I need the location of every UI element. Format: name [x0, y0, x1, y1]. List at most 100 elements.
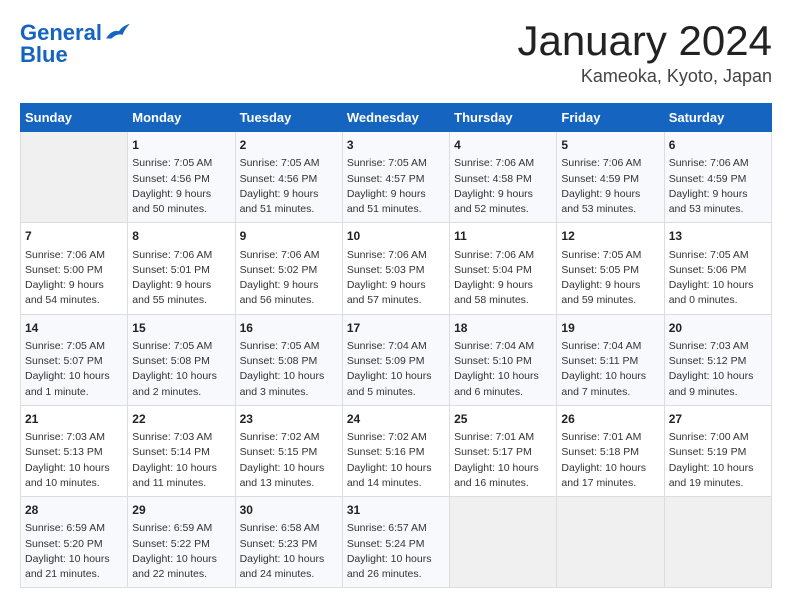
calendar-cell: 3 Sunrise: 7:05 AM Sunset: 4:57 PM Daylig… [342, 132, 449, 223]
day-info: Sunrise: 7:06 AM Sunset: 5:01 PM Dayligh… [132, 248, 230, 309]
day-info: Sunrise: 7:03 AM Sunset: 5:14 PM Dayligh… [132, 430, 230, 491]
day-info: Sunrise: 7:06 AM Sunset: 5:00 PM Dayligh… [25, 248, 123, 309]
day-info: Sunrise: 7:01 AM Sunset: 5:18 PM Dayligh… [561, 430, 659, 491]
calendar-cell [664, 497, 771, 588]
day-info: Sunrise: 6:57 AM Sunset: 5:24 PM Dayligh… [347, 521, 445, 582]
calendar-cell: 18 Sunrise: 7:04 AM Sunset: 5:10 PM Dayli… [450, 314, 557, 405]
calendar-cell: 10 Sunrise: 7:06 AM Sunset: 5:03 PM Dayli… [342, 223, 449, 314]
day-number: 27 [669, 411, 767, 428]
calendar-cell: 16 Sunrise: 7:05 AM Sunset: 5:08 PM Dayli… [235, 314, 342, 405]
day-info: Sunrise: 7:06 AM Sunset: 5:02 PM Dayligh… [240, 248, 338, 309]
calendar-cell: 28 Sunrise: 6:59 AM Sunset: 5:20 PM Dayli… [21, 497, 128, 588]
calendar-cell: 6 Sunrise: 7:06 AM Sunset: 4:59 PM Daylig… [664, 132, 771, 223]
day-number: 3 [347, 137, 445, 154]
calendar-cell: 29Sunrise: 6:59 AM Sunset: 5:22 PM Dayli… [128, 497, 235, 588]
day-number: 7 [25, 228, 123, 245]
weekday-header: Wednesday [342, 104, 449, 132]
page-header: General Blue January 2024 Kameoka, Kyoto… [20, 20, 772, 87]
calendar-cell: 21 Sunrise: 7:03 AM Sunset: 5:13 PM Dayli… [21, 405, 128, 496]
day-info: Sunrise: 7:05 AM Sunset: 4:57 PM Dayligh… [347, 156, 445, 217]
calendar-cell: 30Sunrise: 6:58 AM Sunset: 5:23 PM Dayli… [235, 497, 342, 588]
calendar-cell: 25Sunrise: 7:01 AM Sunset: 5:17 PM Dayli… [450, 405, 557, 496]
day-number: 26 [561, 411, 659, 428]
day-info: Sunrise: 7:04 AM Sunset: 5:09 PM Dayligh… [347, 339, 445, 400]
day-number: 18 [454, 320, 552, 337]
day-info: Sunrise: 7:02 AM Sunset: 5:15 PM Dayligh… [240, 430, 338, 491]
day-number: 22 [132, 411, 230, 428]
day-number: 6 [669, 137, 767, 154]
day-info: Sunrise: 7:06 AM Sunset: 4:59 PM Dayligh… [669, 156, 767, 217]
calendar-cell: 8 Sunrise: 7:06 AM Sunset: 5:01 PM Daylig… [128, 223, 235, 314]
calendar-cell: 2 Sunrise: 7:05 AM Sunset: 4:56 PM Daylig… [235, 132, 342, 223]
month-title: January 2024 [517, 20, 772, 62]
day-info: Sunrise: 7:05 AM Sunset: 5:06 PM Dayligh… [669, 248, 767, 309]
calendar-cell: 15 Sunrise: 7:05 AM Sunset: 5:08 PM Dayli… [128, 314, 235, 405]
calendar-week-row: 21 Sunrise: 7:03 AM Sunset: 5:13 PM Dayli… [21, 405, 772, 496]
calendar-table: SundayMondayTuesdayWednesdayThursdayFrid… [20, 103, 772, 588]
day-number: 28 [25, 502, 123, 519]
calendar-cell: 11Sunrise: 7:06 AM Sunset: 5:04 PM Dayli… [450, 223, 557, 314]
day-info: Sunrise: 7:06 AM Sunset: 5:04 PM Dayligh… [454, 248, 552, 309]
calendar-cell: 9 Sunrise: 7:06 AM Sunset: 5:02 PM Daylig… [235, 223, 342, 314]
day-info: Sunrise: 7:01 AM Sunset: 5:17 PM Dayligh… [454, 430, 552, 491]
calendar-cell [21, 132, 128, 223]
calendar-cell: 27 Sunrise: 7:00 AM Sunset: 5:19 PM Dayli… [664, 405, 771, 496]
day-number: 16 [240, 320, 338, 337]
day-number: 17 [347, 320, 445, 337]
calendar-header-row: SundayMondayTuesdayWednesdayThursdayFrid… [21, 104, 772, 132]
day-info: Sunrise: 7:05 AM Sunset: 4:56 PM Dayligh… [240, 156, 338, 217]
calendar-cell: 1 Sunrise: 7:05 AM Sunset: 4:56 PM Daylig… [128, 132, 235, 223]
day-number: 31 [347, 502, 445, 519]
day-info: Sunrise: 7:05 AM Sunset: 5:08 PM Dayligh… [240, 339, 338, 400]
calendar-cell: 5 Sunrise: 7:06 AM Sunset: 4:59 PM Daylig… [557, 132, 664, 223]
day-number: 21 [25, 411, 123, 428]
day-info: Sunrise: 7:06 AM Sunset: 4:59 PM Dayligh… [561, 156, 659, 217]
calendar-week-row: 14Sunrise: 7:05 AM Sunset: 5:07 PM Dayli… [21, 314, 772, 405]
day-number: 13 [669, 228, 767, 245]
day-number: 23 [240, 411, 338, 428]
day-number: 4 [454, 137, 552, 154]
day-info: Sunrise: 7:00 AM Sunset: 5:19 PM Dayligh… [669, 430, 767, 491]
day-number: 9 [240, 228, 338, 245]
logo: General Blue [20, 20, 132, 68]
day-info: Sunrise: 7:05 AM Sunset: 4:56 PM Dayligh… [132, 156, 230, 217]
calendar-cell [557, 497, 664, 588]
day-number: 24 [347, 411, 445, 428]
calendar-cell: 24 Sunrise: 7:02 AM Sunset: 5:16 PM Dayli… [342, 405, 449, 496]
calendar-cell: 19Sunrise: 7:04 AM Sunset: 5:11 PM Dayli… [557, 314, 664, 405]
weekday-header: Tuesday [235, 104, 342, 132]
day-info: Sunrise: 6:59 AM Sunset: 5:20 PM Dayligh… [25, 521, 123, 582]
day-number: 1 [132, 137, 230, 154]
day-number: 29 [132, 502, 230, 519]
calendar-week-row: 7 Sunrise: 7:06 AM Sunset: 5:00 PM Daylig… [21, 223, 772, 314]
day-number: 10 [347, 228, 445, 245]
calendar-cell: 23 Sunrise: 7:02 AM Sunset: 5:15 PM Dayli… [235, 405, 342, 496]
day-info: Sunrise: 7:02 AM Sunset: 5:16 PM Dayligh… [347, 430, 445, 491]
location: Kameoka, Kyoto, Japan [517, 66, 772, 87]
weekday-header: Sunday [21, 104, 128, 132]
day-number: 8 [132, 228, 230, 245]
day-number: 2 [240, 137, 338, 154]
logo-bird-icon [104, 22, 132, 44]
day-info: Sunrise: 7:06 AM Sunset: 4:58 PM Dayligh… [454, 156, 552, 217]
day-info: Sunrise: 7:03 AM Sunset: 5:12 PM Dayligh… [669, 339, 767, 400]
calendar-cell: 13 Sunrise: 7:05 AM Sunset: 5:06 PM Dayli… [664, 223, 771, 314]
day-info: Sunrise: 7:03 AM Sunset: 5:13 PM Dayligh… [25, 430, 123, 491]
calendar-cell: 26 Sunrise: 7:01 AM Sunset: 5:18 PM Dayli… [557, 405, 664, 496]
calendar-cell: 20Sunrise: 7:03 AM Sunset: 5:12 PM Dayli… [664, 314, 771, 405]
calendar-cell: 4 Sunrise: 7:06 AM Sunset: 4:58 PM Daylig… [450, 132, 557, 223]
day-info: Sunrise: 7:05 AM Sunset: 5:08 PM Dayligh… [132, 339, 230, 400]
calendar-cell: 14Sunrise: 7:05 AM Sunset: 5:07 PM Dayli… [21, 314, 128, 405]
day-number: 5 [561, 137, 659, 154]
day-number: 19 [561, 320, 659, 337]
day-number: 30 [240, 502, 338, 519]
weekday-header: Monday [128, 104, 235, 132]
day-number: 12 [561, 228, 659, 245]
day-info: Sunrise: 7:06 AM Sunset: 5:03 PM Dayligh… [347, 248, 445, 309]
calendar-cell: 31 Sunrise: 6:57 AM Sunset: 5:24 PM Dayli… [342, 497, 449, 588]
calendar-week-row: 28 Sunrise: 6:59 AM Sunset: 5:20 PM Dayli… [21, 497, 772, 588]
day-number: 15 [132, 320, 230, 337]
weekday-header: Thursday [450, 104, 557, 132]
day-info: Sunrise: 7:04 AM Sunset: 5:10 PM Dayligh… [454, 339, 552, 400]
weekday-header: Saturday [664, 104, 771, 132]
